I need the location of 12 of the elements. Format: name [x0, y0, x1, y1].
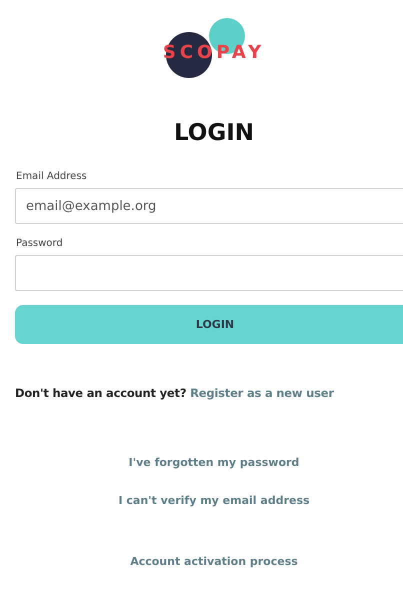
register-link[interactable]: Register as a new user: [190, 386, 334, 400]
field-label: Email Address: [16, 171, 88, 182]
page-heading: LOGIN: [174, 120, 254, 146]
register-prompt: Don't have an account yet? Register as a new user: [15, 386, 334, 400]
help-link[interactable]: Account activation process: [130, 555, 298, 568]
help-link[interactable]: I've forgotten my password: [128, 456, 300, 469]
email-field[interactable]: email@example.org: [15, 188, 403, 224]
field-label: Password: [16, 238, 64, 249]
help-link[interactable]: I can't verify my email address: [118, 494, 310, 507]
password-field[interactable]: [15, 255, 403, 291]
login-button[interactable]: LOGIN: [15, 305, 403, 344]
logo-text: SCOPAY: [162, 42, 266, 63]
